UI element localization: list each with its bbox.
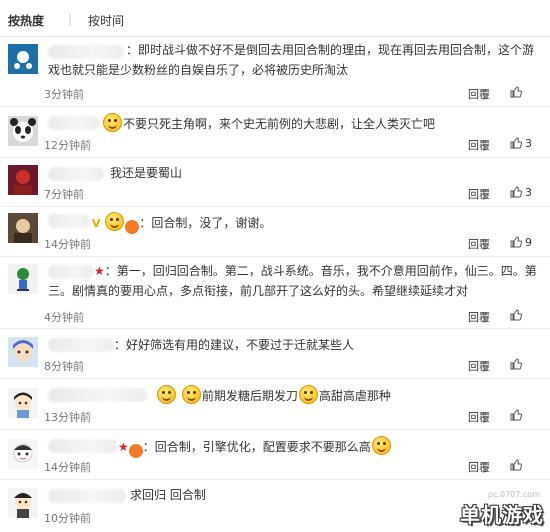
tab-separator: | bbox=[68, 12, 73, 26]
sort-bar: 按热度 | 按时间 bbox=[0, 0, 550, 37]
like-button[interactable]: 3 bbox=[510, 137, 532, 150]
comment-text: 不要只死主角啊，来个史无前例的大悲剧，让全人类灭亡吧 bbox=[48, 113, 540, 134]
comment-item: V 红：回合制，没了，谢谢。 14分钟前 回覆 9 bbox=[0, 206, 550, 257]
smiley-face-icon bbox=[298, 385, 318, 404]
comment-item: ★ 红：回合制，引擎优化，配置要求不要那么高 14分钟前 回覆 bbox=[0, 429, 550, 480]
comment-text: 前期发糖后期发刀 高甜高虐那种 bbox=[48, 385, 540, 406]
level-badge: 红 bbox=[125, 220, 177, 234]
level-badge: 红 bbox=[128, 444, 207, 458]
tab-by-hot[interactable]: 按热度 bbox=[8, 12, 44, 29]
reply-button[interactable]: 回覆 bbox=[468, 309, 490, 325]
thumbs-up-icon bbox=[510, 309, 522, 321]
comment-time: 14分钟前 bbox=[44, 461, 91, 474]
comment-time: 13分钟前 bbox=[44, 411, 91, 424]
smiley-face-icon bbox=[105, 212, 125, 231]
watermark-logo: 单机游戏 bbox=[460, 503, 544, 527]
comment-text: V 红：回合制，没了，谢谢。 bbox=[48, 212, 540, 234]
comment-time: 4分钟前 bbox=[44, 311, 84, 324]
comment-text: ：好好筛选有用的建议，不要过于迁就某些人 bbox=[114, 338, 355, 352]
thumbs-up-icon bbox=[510, 459, 522, 471]
thumbs-up-icon bbox=[510, 86, 522, 98]
reply-button[interactable]: 回覆 bbox=[468, 137, 490, 153]
reply-button[interactable]: 回覆 bbox=[468, 459, 490, 475]
star-icon: ★ bbox=[118, 440, 129, 454]
reply-button[interactable]: 回覆 bbox=[468, 86, 490, 102]
reply-button[interactable]: 回覆 bbox=[468, 236, 490, 252]
like-button[interactable] bbox=[510, 358, 525, 371]
comment-text: ：即时战斗做不好不是倒回去用回合制的理由，现在再回去用回合制，这个游戏也就只能是… bbox=[48, 43, 535, 77]
comment-item: 前期发糖后期发刀 高甜高虐那种 13分钟前 回覆 bbox=[0, 378, 550, 430]
avatar[interactable] bbox=[8, 165, 38, 195]
avatar[interactable] bbox=[8, 488, 38, 518]
comment-time: 7分钟前 bbox=[44, 188, 84, 201]
avatar[interactable] bbox=[8, 388, 38, 418]
thumbs-up-icon bbox=[510, 409, 522, 421]
comment-item: 不要只死主角啊，来个史无前例的大悲剧，让全人类灭亡吧 12分钟前 回覆 3 bbox=[0, 106, 550, 158]
reply-button[interactable]: 回覆 bbox=[468, 409, 490, 425]
like-button[interactable] bbox=[510, 409, 525, 422]
comment-time: 8分钟前 bbox=[44, 360, 84, 373]
comment-time: 3分钟前 bbox=[44, 88, 84, 101]
smiley-face-icon bbox=[371, 436, 391, 455]
comment-item: ：即时战斗做不好不是倒回去用回合制的理由，现在再回去用回合制，这个游戏也就只能是… bbox=[0, 36, 550, 107]
site-watermark: pc.0707.com 单机游戏 bbox=[434, 490, 544, 528]
thumbs-up-icon bbox=[510, 137, 522, 149]
like-button[interactable] bbox=[510, 459, 525, 472]
comment-time: 10分钟前 bbox=[44, 512, 91, 525]
like-count: 9 bbox=[525, 236, 532, 249]
comment-text: 我还是要蜀山 bbox=[110, 166, 183, 180]
avatar[interactable] bbox=[8, 337, 38, 367]
smiley-face-icon bbox=[181, 385, 201, 404]
thumbs-up-icon bbox=[510, 236, 522, 248]
like-button[interactable]: 3 bbox=[510, 186, 532, 199]
avatar[interactable] bbox=[8, 439, 38, 469]
comment-item: ：好好筛选有用的建议，不要过于迁就某些人 8分钟前 回覆 bbox=[0, 328, 550, 379]
like-button[interactable] bbox=[510, 86, 525, 99]
star-icon: ★ bbox=[94, 264, 105, 278]
comment-item: ★：第一，回归回合制。第二，战斗系统。音乐，我不介意用回前作，仙三。四。第三。剧… bbox=[0, 256, 550, 329]
like-count: 3 bbox=[525, 137, 532, 150]
watermark-url: pc.0707.com bbox=[487, 490, 540, 499]
verified-badge: V bbox=[92, 217, 101, 230]
avatar[interactable] bbox=[8, 44, 38, 74]
avatar[interactable] bbox=[8, 213, 38, 243]
thumbs-up-icon bbox=[510, 358, 522, 370]
avatar[interactable] bbox=[8, 116, 38, 146]
comment-text: ★ 红：回合制，引擎优化，配置要求不要那么高 bbox=[48, 436, 540, 458]
like-count: 3 bbox=[525, 186, 532, 199]
comment-time: 12分钟前 bbox=[44, 139, 91, 152]
like-button[interactable]: 9 bbox=[510, 236, 532, 249]
smiley-face-icon bbox=[103, 113, 122, 132]
comment-item: 我还是要蜀山 7分钟前 回覆 3 bbox=[0, 157, 550, 207]
thumbs-up-icon bbox=[510, 186, 522, 198]
avatar[interactable] bbox=[8, 264, 38, 294]
comment-time: 14分钟前 bbox=[44, 238, 91, 251]
like-button[interactable] bbox=[510, 309, 525, 322]
tab-by-time[interactable]: 按时间 bbox=[88, 12, 124, 29]
reply-button[interactable]: 回覆 bbox=[468, 358, 490, 374]
reply-button[interactable]: 回覆 bbox=[468, 186, 490, 202]
comment-text: ★：第一，回归回合制。第二，战斗系统。音乐，我不介意用回前作，仙三。四。第三。剧… bbox=[48, 264, 537, 298]
smiley-face-icon bbox=[157, 385, 176, 404]
